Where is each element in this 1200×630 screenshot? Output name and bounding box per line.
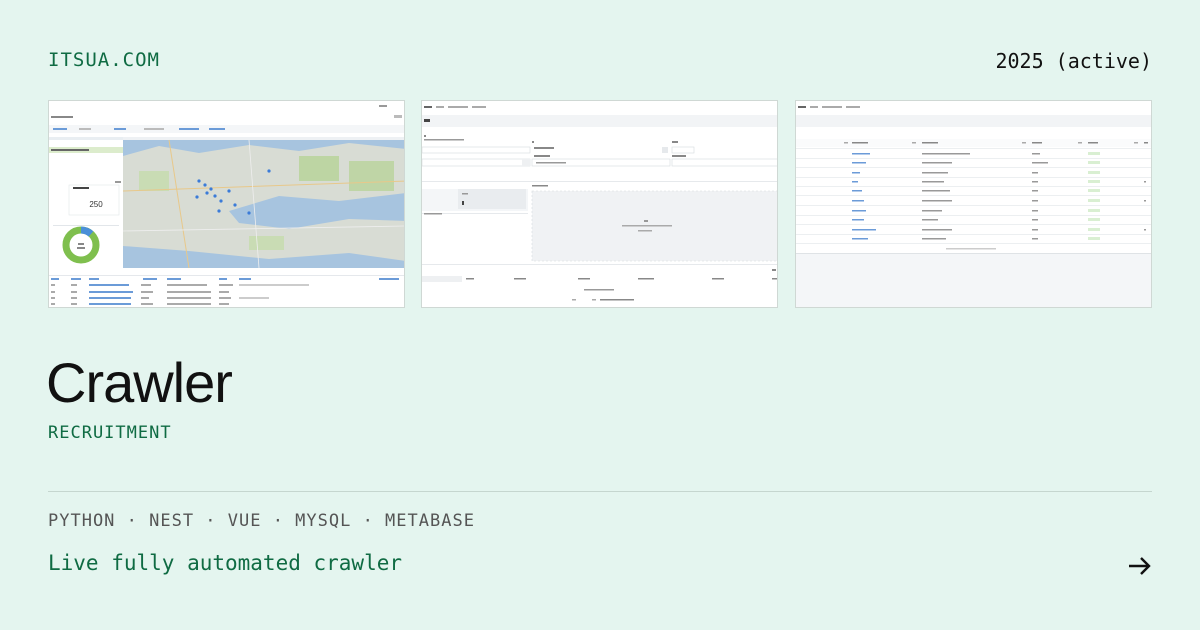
metric-value: 250 (89, 200, 103, 209)
tech-stack: PYTHON · NEST · VUE · MYSQL · METABASE (48, 511, 475, 531)
arrow-right-icon[interactable] (1128, 556, 1152, 576)
site-name[interactable]: ITSUA.COM (48, 49, 160, 71)
table-preview (796, 101, 1151, 307)
screenshot-form[interactable] (421, 100, 778, 308)
form-preview (422, 101, 777, 307)
project-title: Crawler (46, 351, 233, 414)
screenshot-table[interactable] (795, 100, 1152, 308)
screenshot-gallery: 250 (48, 100, 1152, 308)
project-category: RECRUITMENT (48, 423, 172, 443)
project-tagline: Live fully automated crawler (48, 551, 403, 575)
divider (48, 491, 1152, 492)
screenshot-dashboard[interactable]: 250 (48, 100, 405, 308)
project-year: 2025 (active) (995, 49, 1152, 73)
dashboard-preview: 250 (49, 101, 404, 307)
